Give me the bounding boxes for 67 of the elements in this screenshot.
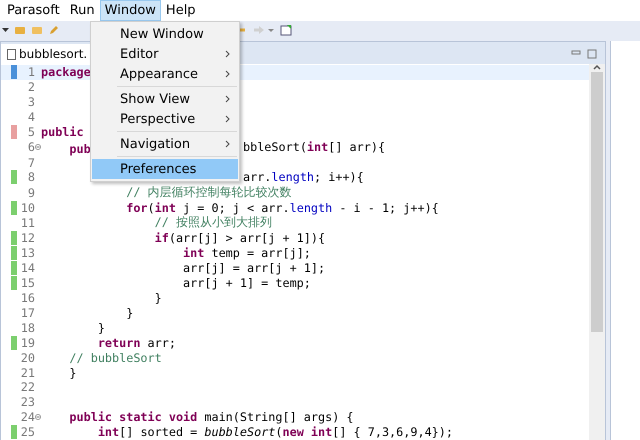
line-number: 25 [20, 425, 35, 440]
line-number: 6 [26, 140, 35, 154]
code-text: for(int j = 0; j < arr.length - i - 1; j++){ [125, 200, 439, 215]
menu-item[interactable]: New Window [92, 24, 238, 44]
line-number: 7 [26, 156, 35, 170]
code-text: pub [68, 142, 91, 156]
maximize-icon[interactable] [587, 49, 597, 59]
code-text: // 按照从小到大排列 [154, 214, 272, 231]
code-text: } [154, 290, 162, 305]
pencil-icon[interactable] [48, 24, 60, 36]
code-text: } [96, 320, 105, 335]
code-text: arr[j] = arr[j + 1]; [182, 260, 326, 275]
menu-title[interactable]: Run [64, 0, 100, 21]
line-number: 24 [20, 410, 35, 424]
menu-item[interactable]: Perspective [92, 109, 238, 129]
line-number: 21 [20, 366, 35, 380]
menu-item[interactable]: Appearance [92, 64, 238, 84]
code-text: int temp = arr[j]; [182, 246, 311, 260]
minimize-icon[interactable] [571, 49, 581, 57]
caret-up-icon[interactable] [593, 64, 601, 70]
code-text: bbleSort(int[] arr){ [243, 140, 386, 154]
menu-title[interactable]: Parasoft [2, 0, 65, 21]
line-number: 8 [26, 170, 35, 184]
dropdown-arrow-icon[interactable] [2, 27, 9, 33]
fold-icon[interactable] [35, 414, 41, 420]
code-text: // bubbleSort [68, 350, 162, 365]
code-text: int[] sorted = bubbleSort(new int[] { 7,3,6,9,4}); [96, 425, 453, 440]
line-number: 18 [20, 320, 35, 335]
arrow-right-icon[interactable] [253, 24, 275, 36]
code-text: } [68, 366, 77, 380]
code-text: package [41, 65, 91, 80]
menu-title[interactable]: Window [100, 0, 161, 21]
line-number: 20 [20, 350, 35, 365]
line-number: 17 [20, 306, 35, 320]
line-number: 15 [20, 276, 35, 290]
code-text: arr[j + 1] = temp; [182, 276, 311, 290]
line-number: 12 [20, 230, 35, 245]
line-number: 9 [26, 186, 35, 200]
line-number: 10 [20, 200, 35, 215]
line-number: 13 [20, 246, 35, 260]
line-number: 4 [26, 110, 35, 124]
fold-icon[interactable] [35, 144, 41, 150]
scrollbar-thumb[interactable] [591, 72, 603, 332]
code-text: } [125, 306, 134, 320]
line-number: 11 [20, 216, 35, 230]
line-number: 5 [26, 125, 35, 140]
code-text: public [41, 125, 84, 140]
code-text: public static void main(String[] args) { [68, 410, 354, 424]
file-icon [7, 48, 16, 60]
line-number: 16 [20, 290, 35, 305]
menu-item[interactable]: Show View [92, 89, 238, 109]
line-number: 2 [26, 80, 35, 94]
line-number: 14 [20, 260, 35, 275]
line-number: 1 [26, 65, 35, 80]
menu-title[interactable]: Help [160, 0, 201, 21]
menu-item[interactable]: Preferences [92, 159, 238, 179]
menu-item[interactable]: Navigation [92, 134, 238, 154]
code-text: // 内层循环控制每轮比较次数 [125, 184, 292, 201]
code-text: if(arr[j] > arr[j + 1]){ [154, 230, 326, 245]
code-text: return arr; [96, 336, 176, 350]
line-number: 3 [26, 95, 35, 110]
scrollbar[interactable] [589, 64, 605, 440]
line-number: 19 [20, 336, 35, 350]
window-icon[interactable] [280, 24, 293, 36]
line-number: 22 [20, 380, 35, 394]
line-number: 23 [20, 395, 35, 410]
code-text: arr.length; i++){ [243, 170, 364, 184]
